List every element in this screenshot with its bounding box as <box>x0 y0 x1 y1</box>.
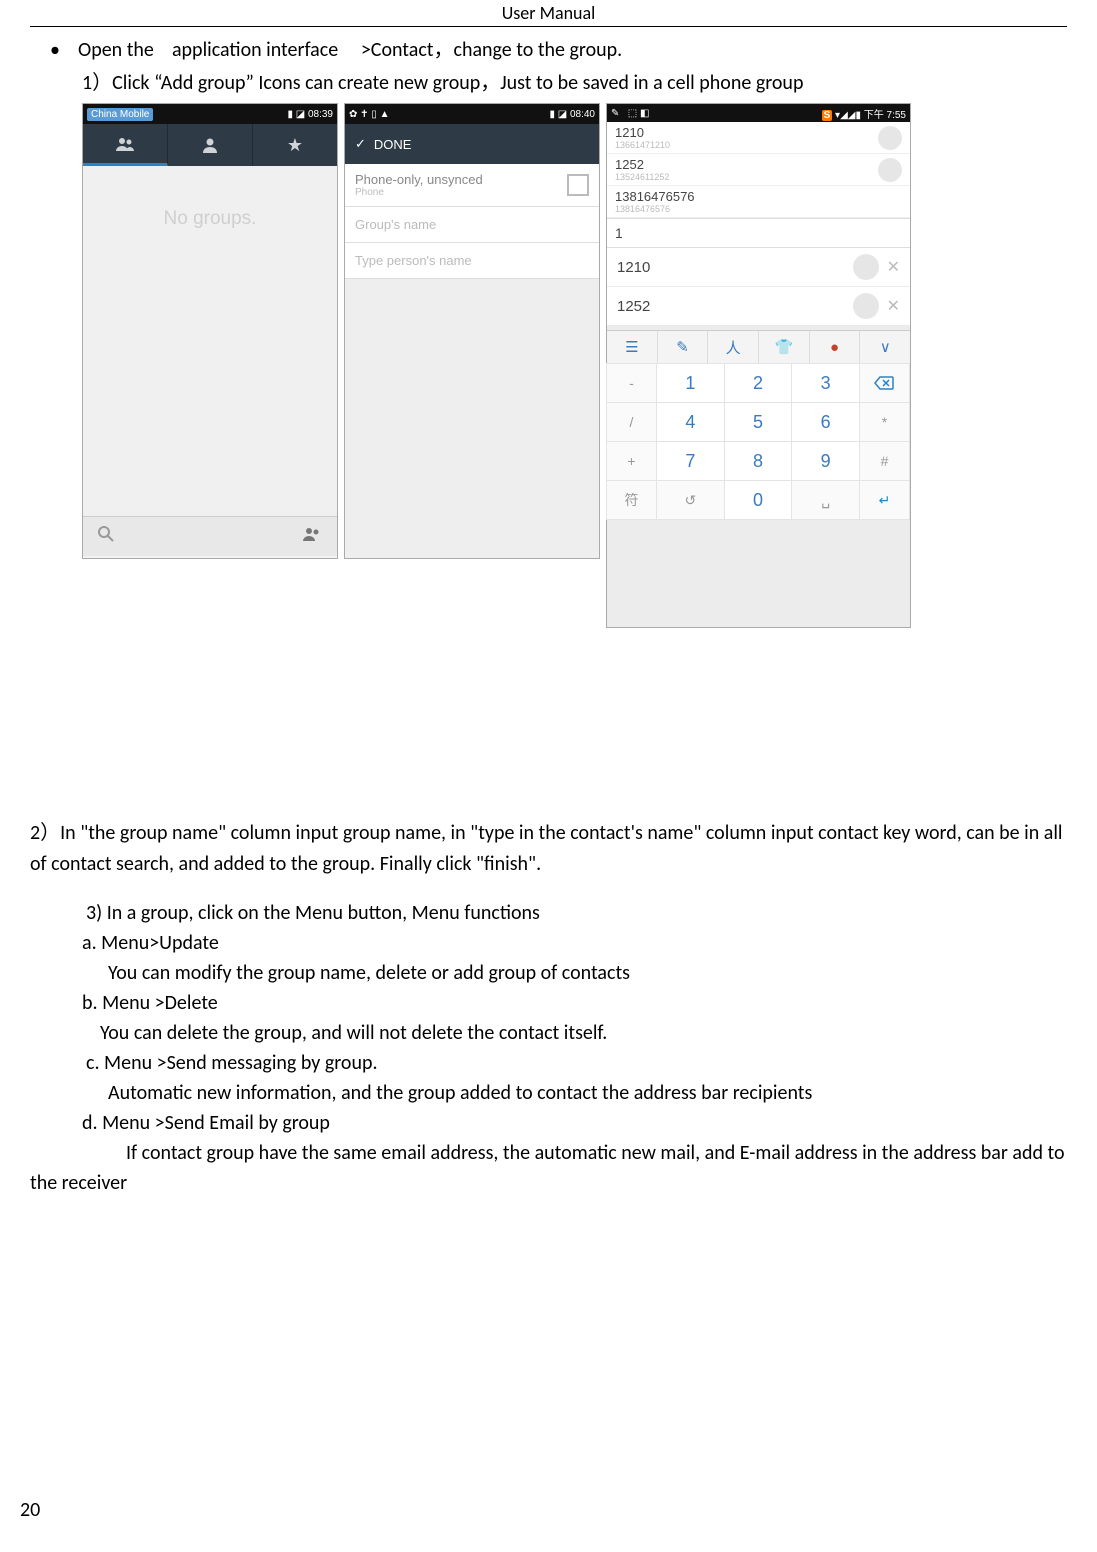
step3-c-label: c. Menu >Send messaging by group. <box>86 1048 1067 1078</box>
selected-contact-chip[interactable]: 1210 ✕ <box>607 248 910 287</box>
page-header: User Manual <box>0 0 1097 27</box>
key-enter[interactable]: ↵ <box>859 480 910 520</box>
key-star[interactable]: * <box>859 402 910 442</box>
key-minus[interactable]: - <box>606 363 657 403</box>
step1-prefix: 1）Click <box>82 71 150 95</box>
star-icon: ★ <box>287 135 303 156</box>
bullet-text-a: Open the <box>78 38 154 62</box>
key-7[interactable]: 7 <box>656 441 725 481</box>
key-backspace[interactable] <box>859 363 910 403</box>
step3-c-body: Automatic new information, and the group… <box>108 1078 1067 1108</box>
done-bar[interactable]: ✓ DONE <box>345 124 599 164</box>
account-checkbox[interactable] <box>567 174 589 196</box>
selected-contact-chip[interactable]: 1252 ✕ <box>607 287 910 326</box>
key-undo[interactable]: ↺ <box>656 480 725 520</box>
ime-shirt-icon[interactable]: 👕 <box>759 331 810 363</box>
bullet-open-app: • Open the application interface >Contac… <box>50 33 1067 62</box>
key-2[interactable]: 2 <box>724 363 793 403</box>
close-icon[interactable]: ✕ <box>887 257 900 277</box>
step3-b-body: You can delete the group, and will not d… <box>100 1018 1067 1048</box>
screenshot-create-group: ✿ ✝ ▯ ▲ ▮ ◪ 08:40 ✓ DONE Phone-only, uns… <box>344 103 600 559</box>
person-name-input[interactable]: Type person's name <box>345 243 599 279</box>
add-group-icon[interactable] <box>301 525 323 548</box>
status-time: ▮ ◪ 08:39 <box>287 109 333 120</box>
screenshots-row: China Mobile ▮ ◪ 08:39 ★ No groups. <box>82 103 1067 628</box>
ime-record-icon[interactable]: ● <box>810 331 861 363</box>
check-icon: ✓ <box>355 136 366 152</box>
header-title: User Manual <box>0 0 1097 24</box>
status-bar: ✿ ✝ ▯ ▲ ▮ ◪ 08:40 <box>345 104 599 124</box>
group-icon <box>114 135 136 153</box>
avatar-icon <box>853 254 879 280</box>
screenshot-add-contacts: ✎ ⬚ ◧ S ▾◢◢▮ 下午 7:55 121013661471210 125… <box>606 103 911 628</box>
step3-d-body: If contact group have the same email add… <box>30 1138 1067 1198</box>
bottom-bar <box>83 516 337 556</box>
ime-person-icon[interactable]: 人 <box>708 331 759 363</box>
tab-favorites[interactable]: ★ <box>253 124 337 166</box>
top-tabs: ★ <box>83 124 337 166</box>
ime-toolbar: ☰ ✎ 人 👕 ● ∨ <box>607 330 910 364</box>
step1-mid: Icons can create new group，Just to be <box>258 71 578 95</box>
bullet-dot: • <box>50 40 60 60</box>
key-0[interactable]: 0 <box>724 480 793 520</box>
sogou-icon: S <box>822 110 833 121</box>
suggestion-list: 121013661471210 125213524611252 13816476… <box>607 122 910 218</box>
key-3[interactable]: 3 <box>791 363 860 403</box>
tab-groups[interactable] <box>83 124 168 166</box>
key-symbol[interactable]: 符 <box>606 480 657 520</box>
key-5[interactable]: 5 <box>724 402 793 442</box>
key-4[interactable]: 4 <box>656 402 725 442</box>
step1-line: 1）Click “Add group” Icons can create new… <box>82 66 1067 95</box>
no-groups-text: No groups. <box>164 208 257 230</box>
suggestion-item[interactable]: 121013661471210 <box>607 122 910 154</box>
step3-a-label: a. Menu>Update <box>82 928 1067 958</box>
avatar-icon <box>853 293 879 319</box>
suggestion-item[interactable]: 125213524611252 <box>607 154 910 186</box>
done-label: DONE <box>374 137 412 152</box>
account-row[interactable]: Phone-only, unsynced Phone <box>345 164 599 207</box>
step3-a-body: You can modify the group name, delete or… <box>108 958 1067 988</box>
carrier-label: China Mobile <box>87 108 153 121</box>
ime-edit-icon[interactable]: ✎ <box>658 331 709 363</box>
step1-tail: saved in a cell phone group <box>583 71 804 95</box>
step3-block: 3) In a group, click on the Menu button,… <box>82 898 1067 1138</box>
status-bar: China Mobile ▮ ◪ 08:39 <box>83 104 337 124</box>
group-name-input[interactable]: Group's name <box>345 207 599 243</box>
bullet-text-c: >Contact，change to the group. <box>361 38 622 62</box>
key-8[interactable]: 8 <box>724 441 793 481</box>
tab-person[interactable] <box>168 124 253 166</box>
key-6[interactable]: 6 <box>791 402 860 442</box>
avatar-icon <box>878 126 902 150</box>
ime-menu-icon[interactable]: ☰ <box>607 331 658 363</box>
key-plus[interactable]: + <box>606 441 657 481</box>
account-label: Phone-only, unsynced Phone <box>355 172 483 198</box>
key-space[interactable]: ␣ <box>791 480 860 520</box>
status-time: ▮ ◪ 08:40 <box>549 109 595 120</box>
key-slash[interactable]: / <box>606 402 657 442</box>
suggestion-item[interactable]: 1381647657613816476576 <box>607 186 910 218</box>
step1-quoted: “Add group” <box>154 71 254 95</box>
person-icon <box>201 136 219 154</box>
step2-paragraph: 2）In "the group name" column input group… <box>30 818 1067 880</box>
close-icon[interactable]: ✕ <box>887 296 900 316</box>
step3-d-label: d. Menu >Send Email by group <box>82 1108 1067 1138</box>
step3-intro: 3) In a group, click on the Menu button,… <box>86 898 1067 928</box>
screenshot-groups-empty: China Mobile ▮ ◪ 08:39 ★ No groups. <box>82 103 338 559</box>
header-rule <box>30 26 1067 27</box>
key-hash[interactable]: # <box>859 441 910 481</box>
search-icon[interactable] <box>97 525 115 548</box>
numeric-keypad: - 1 2 3 / 4 5 6 * + 7 8 9 # 符 ↺ 0 ␣ <box>607 364 910 520</box>
avatar-icon <box>878 158 902 182</box>
status-left: ✿ ✝ ▯ ▲ <box>349 109 390 120</box>
groups-body: No groups. <box>83 166 337 516</box>
status-bar: ✎ ⬚ ◧ S ▾◢◢▮ 下午 7:55 <box>607 104 910 122</box>
key-9[interactable]: 9 <box>791 441 860 481</box>
ime-chevron-down-icon[interactable]: ∨ <box>860 331 910 363</box>
key-1[interactable]: 1 <box>656 363 725 403</box>
step3-b-label: b. Menu >Delete <box>82 988 1067 1018</box>
search-input[interactable]: 1 <box>607 218 910 248</box>
bullet-text-b: application interface <box>172 38 338 62</box>
page-number: 20 <box>20 1498 40 1522</box>
